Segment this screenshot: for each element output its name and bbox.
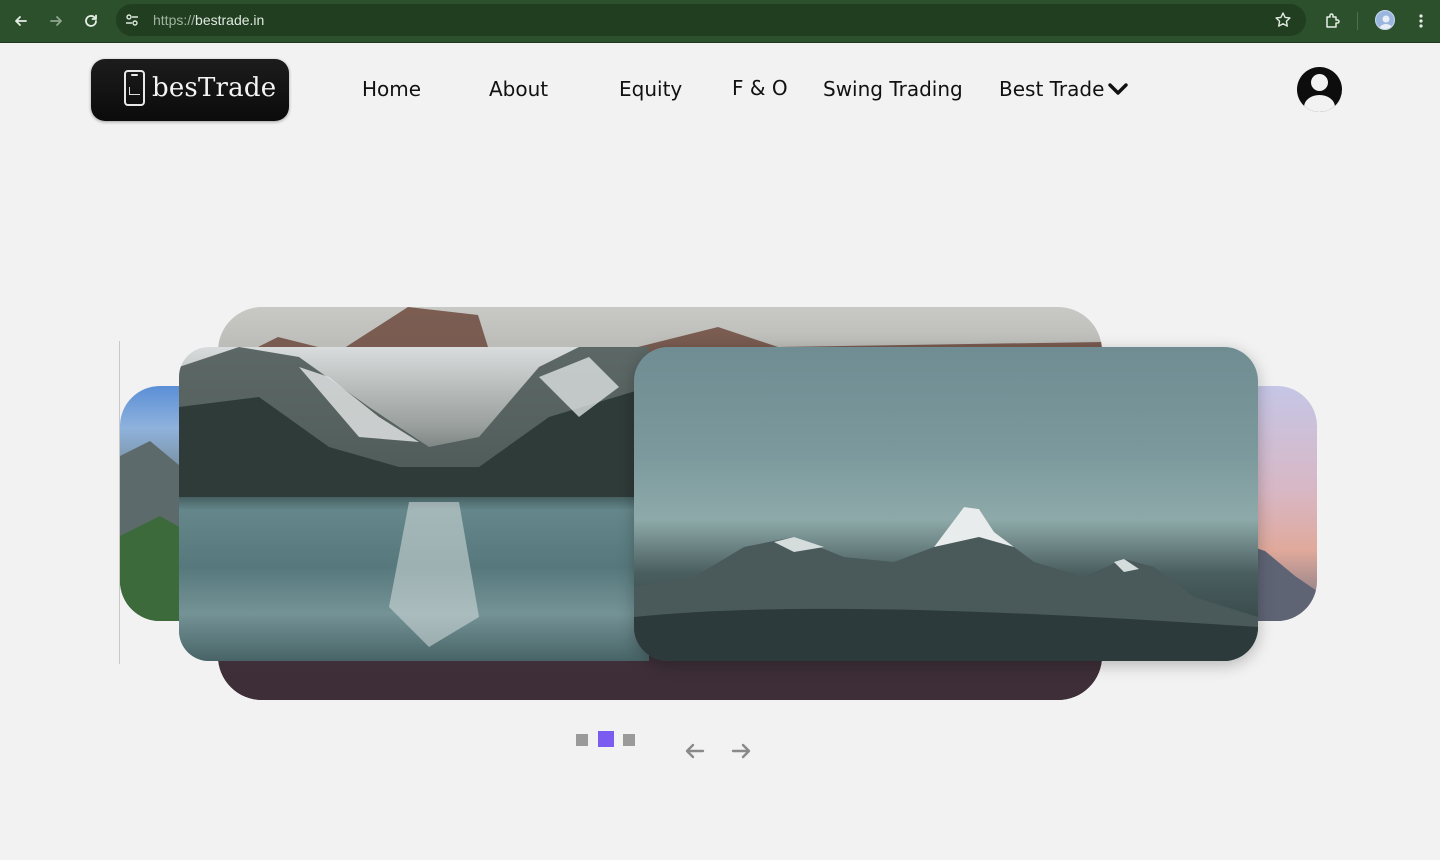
page: besTrade Home About Equity F & O Swing T…: [0, 43, 1440, 860]
forward-icon[interactable]: [44, 9, 68, 33]
carousel-edge-line: [119, 341, 120, 664]
back-icon[interactable]: [9, 9, 33, 33]
reload-icon[interactable]: [79, 9, 103, 33]
image-carousel: [0, 43, 1440, 860]
browser-toolbar: https://bestrade.in: [0, 0, 1440, 43]
carousel-dot-2[interactable]: [598, 731, 614, 747]
arrow-right-icon[interactable]: [729, 739, 753, 763]
address-bar[interactable]: https://bestrade.in: [116, 4, 1306, 36]
extensions-icon[interactable]: [1320, 9, 1344, 33]
url-protocol: https://: [153, 12, 196, 28]
profile-avatar-icon[interactable]: [1375, 10, 1395, 30]
carousel-dot-1[interactable]: [576, 734, 588, 746]
site-settings-icon[interactable]: [124, 12, 140, 28]
menu-kebab-icon[interactable]: [1409, 9, 1433, 33]
url-host: bestrade.in: [195, 12, 265, 28]
carousel-slide-active[interactable]: [634, 347, 1258, 661]
arrow-left-icon[interactable]: [683, 739, 707, 763]
bookmark-star-icon[interactable]: [1274, 11, 1292, 29]
toolbar-divider: [1357, 12, 1358, 30]
carousel-dot-3[interactable]: [623, 734, 635, 746]
carousel-slide-lake: [179, 347, 649, 661]
url-text[interactable]: https://bestrade.in: [153, 12, 264, 28]
